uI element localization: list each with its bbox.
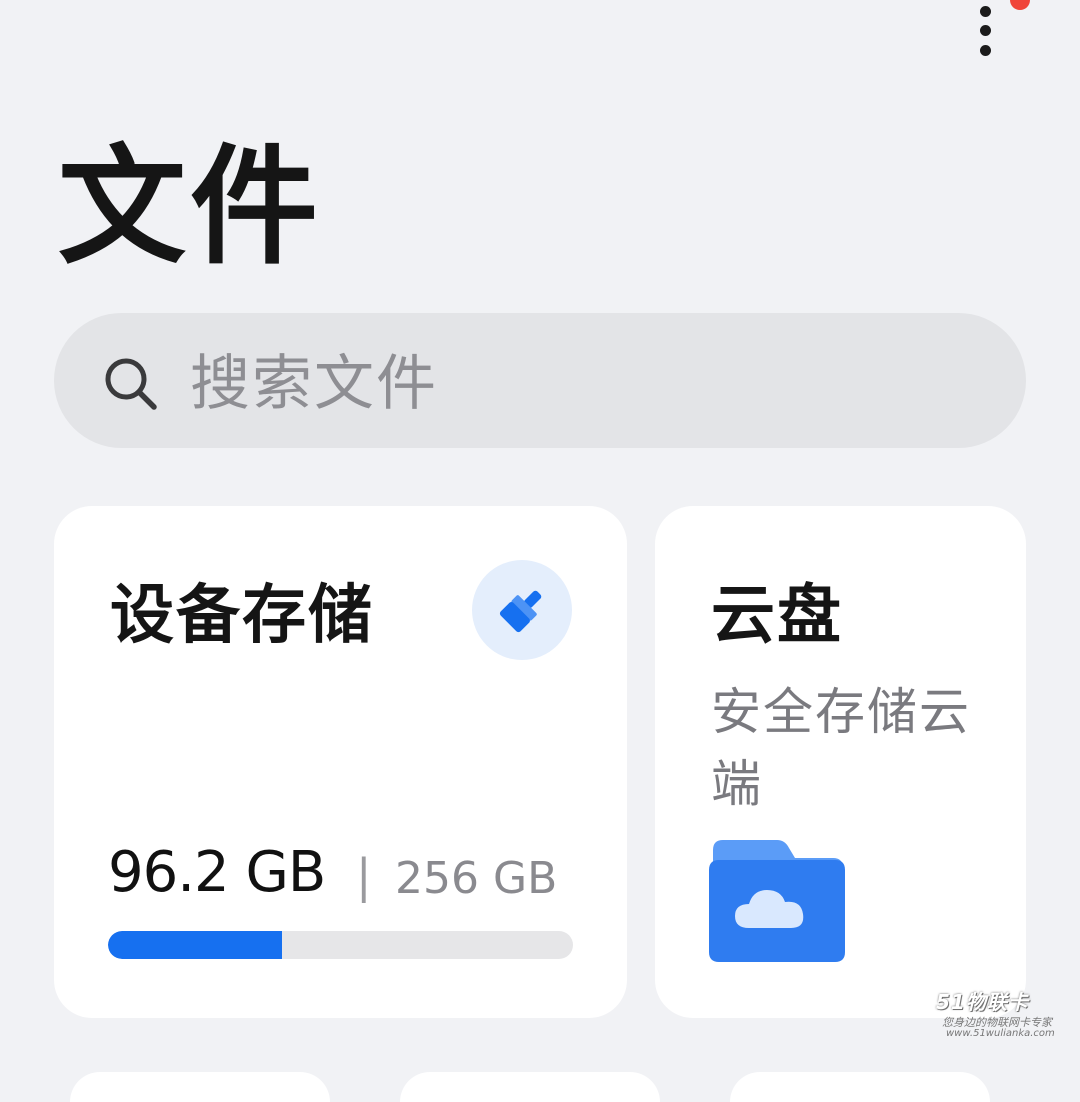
storage-progress-fill — [108, 931, 283, 959]
device-storage-card[interactable]: 设备存储 96.2 GB | 256 GB — [54, 506, 627, 1018]
more-menu-button[interactable] — [962, 0, 1012, 70]
storage-total-value: 256 GB — [395, 853, 558, 904]
more-vertical-icon-dot — [980, 45, 991, 56]
cloud-drive-subtitle: 安全存储云端 — [711, 683, 971, 813]
watermark: 51物联卡 您身边的物联网卡专家 www.51wulianka.com — [936, 986, 1076, 1042]
device-storage-title: 设备存储 — [110, 579, 374, 653]
card-peek[interactable] — [70, 1072, 330, 1102]
watermark-url: www.51wulianka.com — [946, 1028, 1055, 1039]
search-icon — [105, 358, 157, 410]
card-peek[interactable] — [730, 1072, 990, 1102]
cloud-folder-icon — [709, 840, 845, 962]
cloud-drive-title: 云盘 — [711, 579, 843, 653]
storage-used-value: 96.2 GB — [108, 840, 326, 905]
more-vertical-icon-dot — [980, 25, 991, 36]
watermark-logo: 51物联卡 — [936, 990, 1029, 1014]
cloud-drive-card[interactable]: 云盘 安全存储云端 — [655, 506, 1026, 1018]
search-placeholder: 搜索文件 — [190, 349, 438, 419]
storage-progress-bar — [108, 931, 573, 959]
notification-badge — [1010, 0, 1030, 10]
clean-storage-button[interactable] — [472, 560, 572, 660]
card-peek[interactable] — [400, 1072, 660, 1102]
broom-icon — [499, 590, 542, 633]
more-vertical-icon — [980, 6, 991, 17]
storage-separator: | — [356, 849, 372, 903]
page-title: 文件 — [58, 133, 323, 282]
